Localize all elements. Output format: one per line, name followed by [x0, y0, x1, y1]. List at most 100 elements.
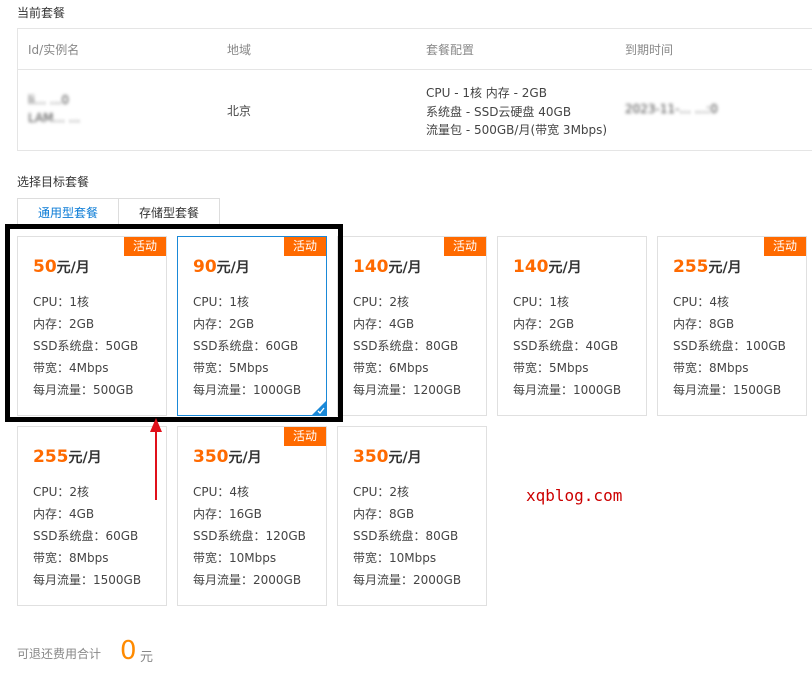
- spec-cpu: CPU：2核: [353, 485, 410, 499]
- promo-badge: 活动: [444, 237, 486, 256]
- config-disk: 系统盘 - SSD云硬盘 40GB: [426, 105, 572, 119]
- plan-price: 255元/月: [673, 257, 742, 277]
- price-value: 350: [193, 447, 229, 467]
- tab-storage[interactable]: 存储型套餐: [119, 198, 220, 227]
- promo-badge: 活动: [284, 427, 326, 446]
- spec-ssd: SSD系统盘：80GB: [353, 339, 459, 353]
- plan-card[interactable]: 活动 255元/月 CPU：4核 内存：8GB SSD系统盘：100GB 带宽：8Mbps…: [657, 236, 807, 416]
- spec-bandwidth: 带宽：10Mbps: [353, 551, 437, 565]
- price-value: 140: [353, 257, 389, 277]
- instance-region: 北京: [227, 104, 252, 118]
- price-unit: 元/月: [548, 260, 582, 276]
- price-unit: 元/月: [388, 450, 422, 466]
- current-plan-header: Id/实例名 地域 套餐配置 到期时间: [18, 29, 812, 70]
- promo-badge: 活动: [764, 237, 806, 256]
- plan-price: 90元/月: [193, 257, 250, 277]
- price-unit: 元/月: [68, 450, 102, 466]
- price-unit: 元/月: [708, 260, 742, 276]
- price-value: 255: [673, 257, 709, 277]
- spec-traffic: 每月流量：1200GB: [353, 383, 462, 397]
- spec-cpu: CPU：1核: [513, 295, 570, 309]
- price-unit: 元/月: [228, 450, 262, 466]
- plan-card[interactable]: 140元/月 CPU：1核 内存：2GB SSD系统盘：40GB 带宽：5Mbps 每月流…: [497, 236, 647, 416]
- spec-traffic: 每月流量：500GB: [33, 383, 134, 397]
- plan-card[interactable]: 活动 350元/月 CPU：4核 内存：16GB SSD系统盘：120GB 带宽：10Mb…: [177, 426, 327, 606]
- price-value: 255: [33, 447, 69, 467]
- config-cpu-mem: CPU - 1核 内存 - 2GB: [426, 86, 547, 100]
- header-region: 地域: [227, 43, 252, 57]
- spec-bandwidth: 带宽：4Mbps: [33, 361, 109, 375]
- tab-general[interactable]: 通用型套餐: [17, 198, 119, 227]
- spec-memory: 内存：2GB: [193, 317, 255, 331]
- price-unit: 元/月: [216, 260, 250, 276]
- plan-price: 255元/月: [33, 447, 102, 467]
- spec-memory: 内存：8GB: [673, 317, 735, 331]
- plan-price: 50元/月: [33, 257, 90, 277]
- plan-price: 350元/月: [353, 447, 422, 467]
- annotation-arrow-icon: [150, 418, 162, 500]
- spec-ssd: SSD系统盘：80GB: [353, 529, 459, 543]
- spec-traffic: 每月流量：1000GB: [193, 383, 302, 397]
- spec-bandwidth: 带宽：5Mbps: [193, 361, 269, 375]
- spec-memory: 内存：4GB: [353, 317, 415, 331]
- plan-card[interactable]: 活动 50元/月 CPU：1核 内存：2GB SSD系统盘：50GB 带宽：4Mbps 每月…: [17, 236, 167, 416]
- spec-cpu: CPU：2核: [353, 295, 410, 309]
- target-plan-title: 选择目标套餐: [17, 175, 90, 189]
- spec-cpu: CPU：1核: [33, 295, 90, 309]
- price-unit: 元/月: [388, 260, 422, 276]
- price-value: 350: [353, 447, 389, 467]
- plan-card[interactable]: 255元/月 CPU：2核 内存：4GB SSD系统盘：60GB 带宽：8Mbps 每月流…: [17, 426, 167, 606]
- current-plan-title: 当前套餐: [17, 6, 66, 20]
- spec-memory: 内存：16GB: [193, 507, 262, 521]
- spec-cpu: CPU：4核: [193, 485, 250, 499]
- selected-check-icon: [312, 401, 326, 415]
- plan-card[interactable]: 活动 140元/月 CPU：2核 内存：4GB SSD系统盘：80GB 带宽：6Mbps 每…: [337, 236, 487, 416]
- spec-bandwidth: 带宽：10Mbps: [193, 551, 277, 565]
- spec-traffic: 每月流量：2000GB: [353, 573, 462, 587]
- header-expire: 到期时间: [625, 43, 674, 57]
- plan-price: 350元/月: [193, 447, 262, 467]
- instance-name: LAM... ...: [28, 111, 81, 125]
- spec-bandwidth: 带宽：6Mbps: [353, 361, 429, 375]
- spec-memory: 内存：4GB: [33, 507, 95, 521]
- spec-bandwidth: 带宽：8Mbps: [673, 361, 749, 375]
- current-plan-table: Id/实例名 地域 套餐配置 到期时间 li... ...0 LAM... ..…: [17, 28, 812, 151]
- header-config: 套餐配置: [426, 43, 475, 57]
- spec-memory: 内存：2GB: [33, 317, 95, 331]
- spec-traffic: 每月流量：2000GB: [193, 573, 302, 587]
- spec-ssd: SSD系统盘：50GB: [33, 339, 139, 353]
- spec-ssd: SSD系统盘：100GB: [673, 339, 786, 353]
- instance-id: li... ...0: [28, 93, 70, 107]
- spec-cpu: CPU：4核: [673, 295, 730, 309]
- price-value: 90: [193, 257, 217, 277]
- watermark: xqblog.com: [526, 486, 623, 505]
- price-unit: 元/月: [56, 260, 90, 276]
- price-value: 50: [33, 257, 57, 277]
- spec-memory: 内存：8GB: [353, 507, 415, 521]
- spec-ssd: SSD系统盘：120GB: [193, 529, 306, 543]
- spec-cpu: CPU：1核: [193, 295, 250, 309]
- plan-price: 140元/月: [353, 257, 422, 277]
- plan-price: 140元/月: [513, 257, 582, 277]
- spec-ssd: SSD系统盘：60GB: [33, 529, 139, 543]
- refund-label: 可退还费用合计: [17, 647, 102, 661]
- refund-unit: 元: [140, 650, 154, 665]
- plan-card[interactable]: 350元/月 CPU：2核 内存：8GB SSD系统盘：80GB 带宽：10Mbps 每月…: [337, 426, 487, 606]
- spec-bandwidth: 带宽：5Mbps: [513, 361, 589, 375]
- spec-memory: 内存：2GB: [513, 317, 575, 331]
- promo-badge: 活动: [124, 237, 166, 256]
- spec-traffic: 每月流量：1500GB: [33, 573, 142, 587]
- spec-cpu: CPU：2核: [33, 485, 90, 499]
- refund-amount: 0: [120, 636, 137, 666]
- config-traffic: 流量包 - 500GB/月(带宽 3Mbps): [426, 123, 608, 137]
- promo-badge: 活动: [284, 237, 326, 256]
- price-value: 140: [513, 257, 549, 277]
- spec-traffic: 每月流量：1000GB: [513, 383, 622, 397]
- plan-card[interactable]: 活动 90元/月 CPU：1核 内存：2GB SSD系统盘：60GB 带宽：5Mbps 每月…: [177, 236, 327, 416]
- spec-traffic: 每月流量：1500GB: [673, 383, 782, 397]
- spec-ssd: SSD系统盘：60GB: [193, 339, 299, 353]
- spec-bandwidth: 带宽：8Mbps: [33, 551, 109, 565]
- spec-ssd: SSD系统盘：40GB: [513, 339, 619, 353]
- header-id: Id/实例名: [28, 43, 80, 57]
- instance-expire: 2023-11-... ...:0: [625, 102, 718, 116]
